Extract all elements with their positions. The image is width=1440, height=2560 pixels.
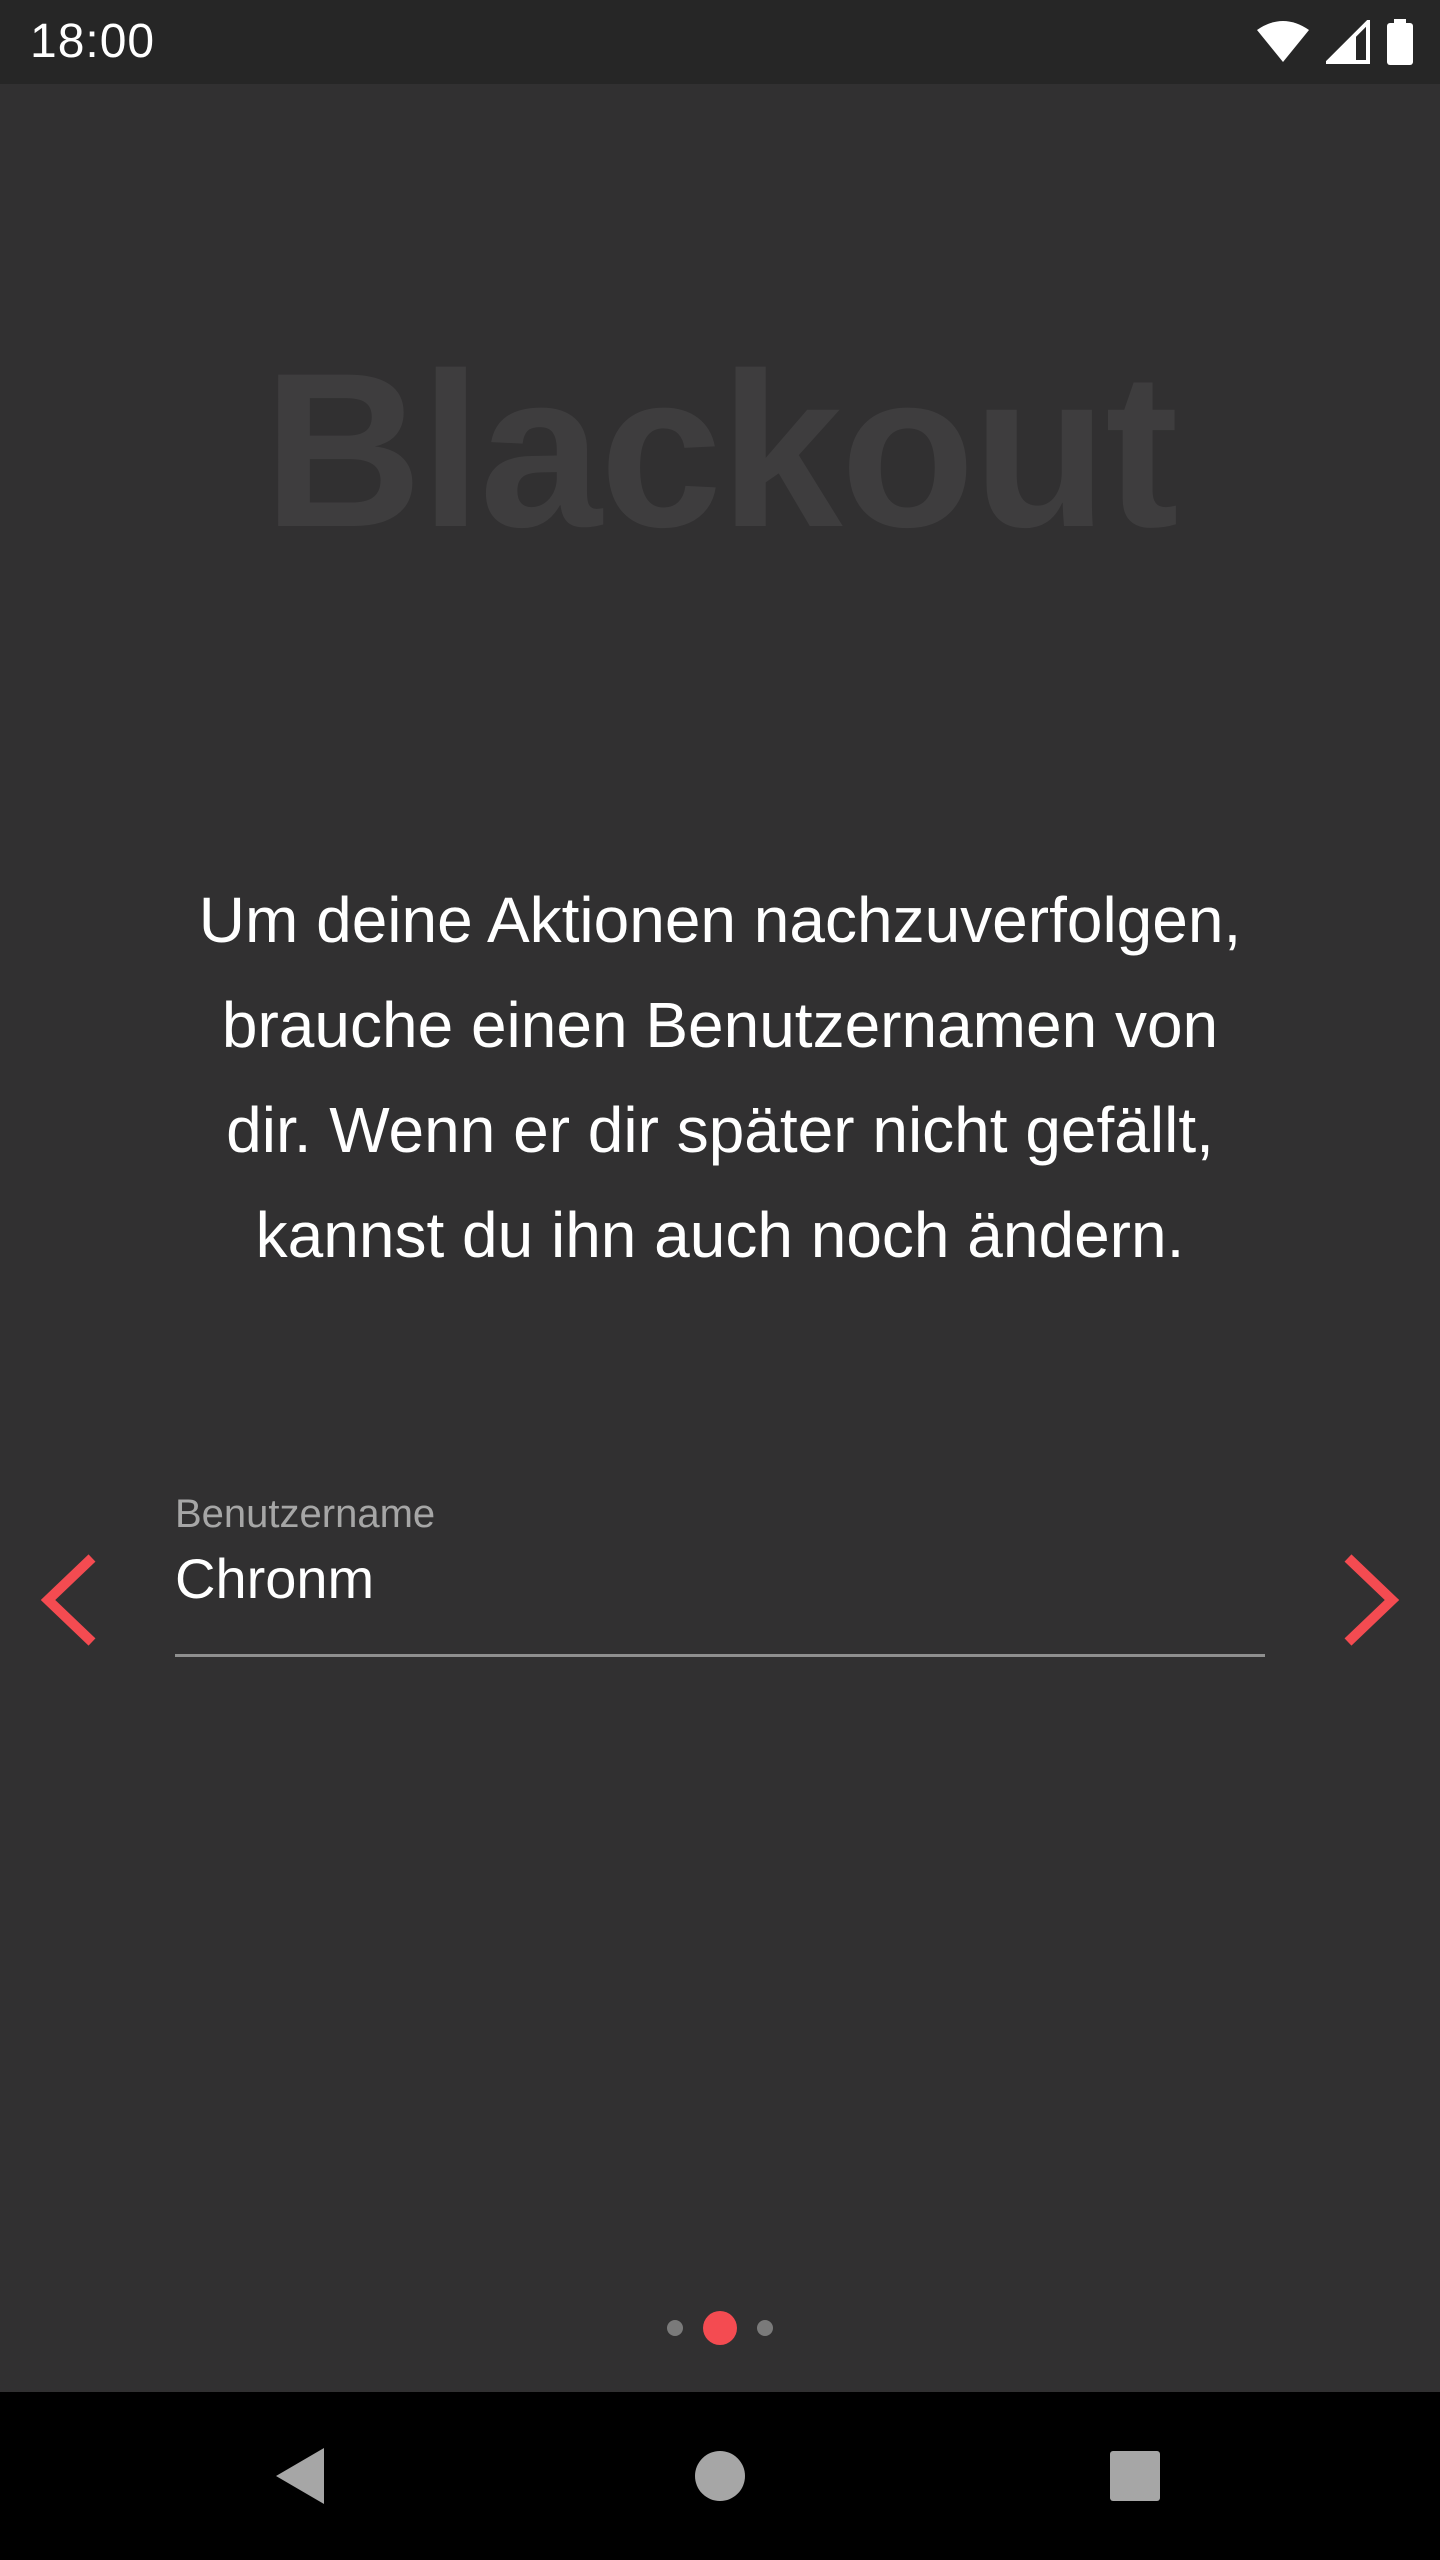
username-input[interactable] <box>175 1542 1265 1614</box>
home-icon <box>695 2451 745 2501</box>
status-icons <box>1256 18 1414 66</box>
app-logo: Blackout <box>263 327 1178 573</box>
recents-icon <box>1110 2451 1160 2501</box>
page-dot-active <box>703 2311 737 2345</box>
chevron-left-icon <box>40 1554 96 1646</box>
back-icon <box>276 2448 324 2504</box>
wifi-icon <box>1256 20 1310 64</box>
message-line: brauche einen Benutzernamen von <box>221 989 1219 1061</box>
page-indicator <box>0 2310 1440 2346</box>
status-time: 18:00 <box>30 15 156 68</box>
message-line: kannst du ihn auch noch ändern. <box>255 1199 1185 1271</box>
onboarding-screen: 18:00 Blackout Um deine Aktionen nachzuv… <box>0 0 1440 2560</box>
previous-page-button[interactable] <box>30 1550 110 1650</box>
username-field: Benutzername <box>175 1490 1265 1660</box>
recents-button[interactable] <box>1095 2436 1175 2516</box>
system-navigation-bar <box>0 2392 1440 2560</box>
message-line: Um deine Aktionen nachzuverfolgen, <box>198 884 1242 956</box>
onboarding-message: Um deine Aktionen nachzuverfolgen, brauc… <box>120 868 1320 1288</box>
cell-signal-icon <box>1326 20 1370 64</box>
page-dot <box>667 2320 683 2336</box>
next-page-button[interactable] <box>1330 1550 1410 1650</box>
username-label: Benutzername <box>175 1492 436 1536</box>
chevron-right-icon <box>1344 1554 1400 1646</box>
back-button[interactable] <box>260 2436 340 2516</box>
home-button[interactable] <box>680 2436 760 2516</box>
status-bar: 18:00 <box>0 0 1440 84</box>
message-line: dir. Wenn er dir später nicht gefällt, <box>226 1094 1214 1166</box>
battery-icon <box>1386 19 1414 65</box>
page-dot <box>757 2320 773 2336</box>
username-underline <box>175 1654 1265 1657</box>
